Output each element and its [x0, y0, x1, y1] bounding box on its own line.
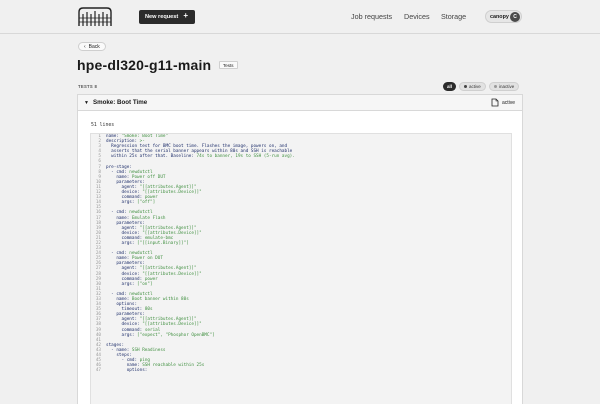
code-key: args: — [106, 200, 138, 206]
new-request-button[interactable]: New request + — [139, 10, 195, 24]
test-card-header[interactable]: ▼ Smoke: Boot Time active — [78, 95, 522, 111]
code-key: args: — [106, 281, 138, 287]
test-state[interactable]: active — [491, 98, 515, 107]
test-state-label: active — [501, 99, 515, 106]
code-value: ["on"] — [137, 281, 153, 287]
test-card: ▼ Smoke: Boot Time active 51 lines 1 name… — [77, 94, 523, 404]
filter-active[interactable]: active — [459, 82, 486, 91]
code-value: SSH reachable within 25s — [142, 363, 205, 369]
new-request-label: New request — [145, 14, 179, 20]
tests-count-label: TESTS 8 — [78, 84, 98, 89]
code-key: args: — [106, 240, 138, 246]
user-name: canopy — [490, 13, 509, 20]
user-menu[interactable]: canopy C — [485, 10, 522, 23]
document-icon — [491, 98, 499, 107]
tests-tag: Tests — [219, 61, 238, 69]
app-logo[interactable] — [77, 6, 113, 28]
filter-all[interactable]: all — [443, 82, 457, 91]
code-value: ["off"] — [137, 200, 156, 206]
code-value: 74s to banner, 19s to SSH (5-run avg). — [196, 154, 295, 160]
avatar: C — [510, 12, 520, 22]
filter-inactive-label: inactive — [499, 84, 515, 89]
top-bar: New request + Job requests Devices Stora… — [0, 0, 600, 34]
code-value: SSH Readiness — [131, 347, 166, 353]
code-value: 80s — [144, 307, 153, 313]
test-title: Smoke: Boot Time — [92, 99, 148, 106]
code-viewer[interactable]: 1 name: "Smoke: Boot Time" 2 description: >… — [90, 133, 512, 404]
filter-active-label: active — [469, 84, 481, 89]
collapse-triangle-icon[interactable]: ▼ — [84, 100, 89, 106]
nav-storage[interactable]: Storage — [441, 12, 466, 21]
chevron-left-icon: ‹ — [84, 43, 86, 50]
code-key: args: — [106, 332, 138, 338]
back-button[interactable]: ‹ Back — [78, 42, 106, 51]
inactive-dot-icon — [494, 85, 497, 88]
filter-all-label: all — [447, 84, 453, 89]
nav-devices[interactable]: Devices — [404, 12, 430, 21]
active-dot-icon — [464, 85, 467, 88]
page-title: hpe-dl320-g11-main — [77, 57, 212, 73]
code-line: 47 options: — [91, 368, 511, 373]
code-value: ["expect", "Phosphor OpenBMC"] — [137, 332, 215, 338]
line-number: 47 — [95, 368, 101, 374]
plus-icon: + — [183, 11, 188, 20]
code-value: Boot banner within 80s — [131, 297, 189, 302]
back-label: Back — [88, 43, 100, 50]
lines-count: 51 lines — [91, 123, 115, 128]
filter-inactive[interactable]: inactive — [489, 82, 520, 91]
code-key: within 25s after that. Baseline: — [106, 154, 197, 160]
code-value: ["[[input.Binary]]"] — [137, 240, 189, 246]
code-key: options: — [106, 368, 148, 374]
nav-job-requests[interactable]: Job requests — [351, 12, 392, 21]
